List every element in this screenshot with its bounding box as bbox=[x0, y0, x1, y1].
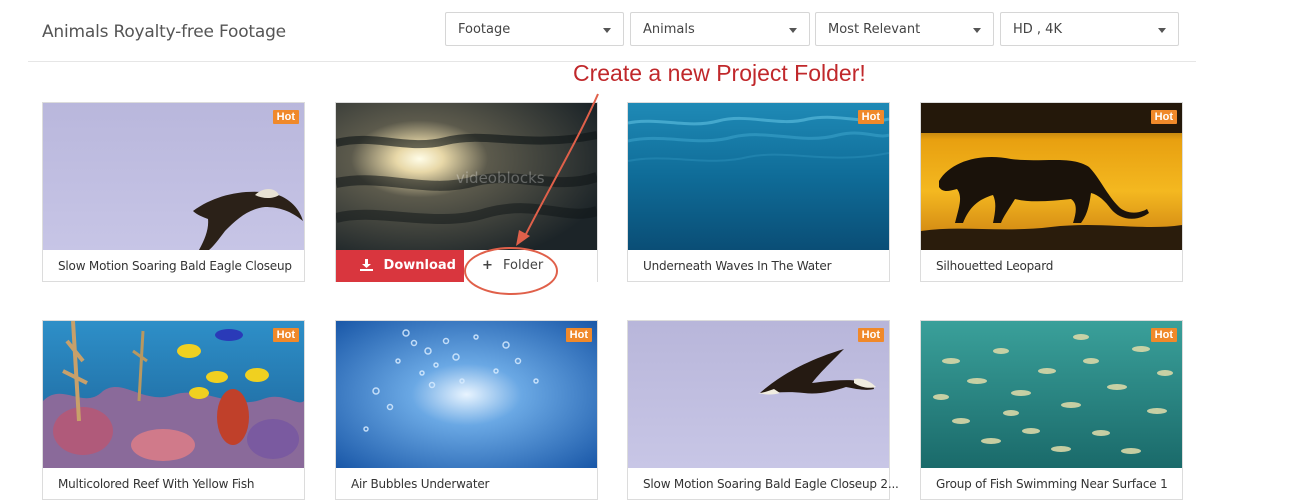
clip-thumbnail[interactable] bbox=[921, 321, 1182, 468]
hot-badge: Hot bbox=[1150, 110, 1177, 124]
clip-thumbnail[interactable]: videoblocks bbox=[336, 103, 597, 250]
hot-badge: Hot bbox=[272, 110, 299, 124]
category-select[interactable]: Footage bbox=[445, 12, 624, 46]
folder-label: Folder bbox=[503, 258, 544, 273]
clip-card-leopard[interactable]: Hot Silhouetted Leopard bbox=[920, 102, 1183, 282]
clip-card-eagle-2[interactable]: Hot Slow Motion Soaring Bald Eagle Close… bbox=[627, 320, 899, 500]
annotation-callout: Create a new Project Folder! bbox=[573, 60, 866, 86]
chevron-down-icon bbox=[789, 28, 797, 33]
subject-select-value: Animals bbox=[643, 22, 695, 37]
hot-badge: Hot bbox=[565, 328, 592, 342]
subject-select[interactable]: Animals bbox=[630, 12, 810, 46]
clip-card-fish-school[interactable]: Hot Group of Fish Swimming Near Surface … bbox=[920, 320, 1183, 500]
hot-badge: Hot bbox=[272, 328, 299, 342]
chevron-down-icon bbox=[1158, 28, 1166, 33]
hot-badge: Hot bbox=[857, 328, 884, 342]
clip-title: Slow Motion Soaring Bald Eagle Closeup 2… bbox=[643, 477, 899, 491]
clip-title: Group of Fish Swimming Near Surface 1 bbox=[936, 477, 1168, 491]
clip-thumbnail[interactable] bbox=[43, 321, 304, 468]
clip-thumbnail[interactable] bbox=[336, 321, 597, 468]
resolution-select-value: HD , 4K bbox=[1013, 22, 1062, 37]
clip-card-waves[interactable]: Hot Underneath Waves In The Water bbox=[627, 102, 890, 282]
clip-title: Multicolored Reef With Yellow Fish bbox=[58, 477, 255, 491]
chevron-down-icon bbox=[973, 28, 981, 33]
download-label: Download bbox=[383, 258, 456, 273]
clip-card-eagle[interactable]: Hot Slow Motion Soaring Bald Eagle Close… bbox=[42, 102, 305, 282]
clip-thumbnail[interactable] bbox=[921, 103, 1182, 250]
hot-badge: Hot bbox=[1150, 328, 1177, 342]
resolution-select[interactable]: HD , 4K bbox=[1000, 12, 1179, 46]
clip-title: Air Bubbles Underwater bbox=[351, 477, 490, 491]
clip-title: Underneath Waves In The Water bbox=[643, 259, 832, 273]
download-button[interactable]: Download bbox=[336, 250, 464, 282]
clip-card-reef[interactable]: Hot Multicolored Reef With Yellow Fish bbox=[42, 320, 305, 500]
add-to-folder-button[interactable]: + Folder bbox=[464, 250, 597, 282]
clip-card-sunlight-underwater[interactable]: videoblocks Download + Folder bbox=[335, 102, 598, 282]
download-icon bbox=[360, 259, 373, 271]
clip-title: Silhouetted Leopard bbox=[936, 259, 1054, 273]
clip-card-bubbles[interactable]: Hot Air Bubbles Underwater bbox=[335, 320, 598, 500]
plus-icon: + bbox=[482, 258, 493, 273]
hot-badge: Hot bbox=[857, 110, 884, 124]
sort-select[interactable]: Most Relevant bbox=[815, 12, 994, 46]
clip-thumbnail[interactable] bbox=[628, 103, 889, 250]
page-title: Animals Royalty-free Footage bbox=[42, 22, 286, 42]
clip-title: Slow Motion Soaring Bald Eagle Closeup bbox=[58, 259, 292, 273]
sort-select-value: Most Relevant bbox=[828, 22, 921, 37]
chevron-down-icon bbox=[603, 28, 611, 33]
category-select-value: Footage bbox=[458, 22, 511, 37]
clip-thumbnail[interactable] bbox=[628, 321, 889, 468]
watermark-text: videoblocks bbox=[456, 169, 545, 187]
clip-thumbnail[interactable] bbox=[43, 103, 304, 250]
